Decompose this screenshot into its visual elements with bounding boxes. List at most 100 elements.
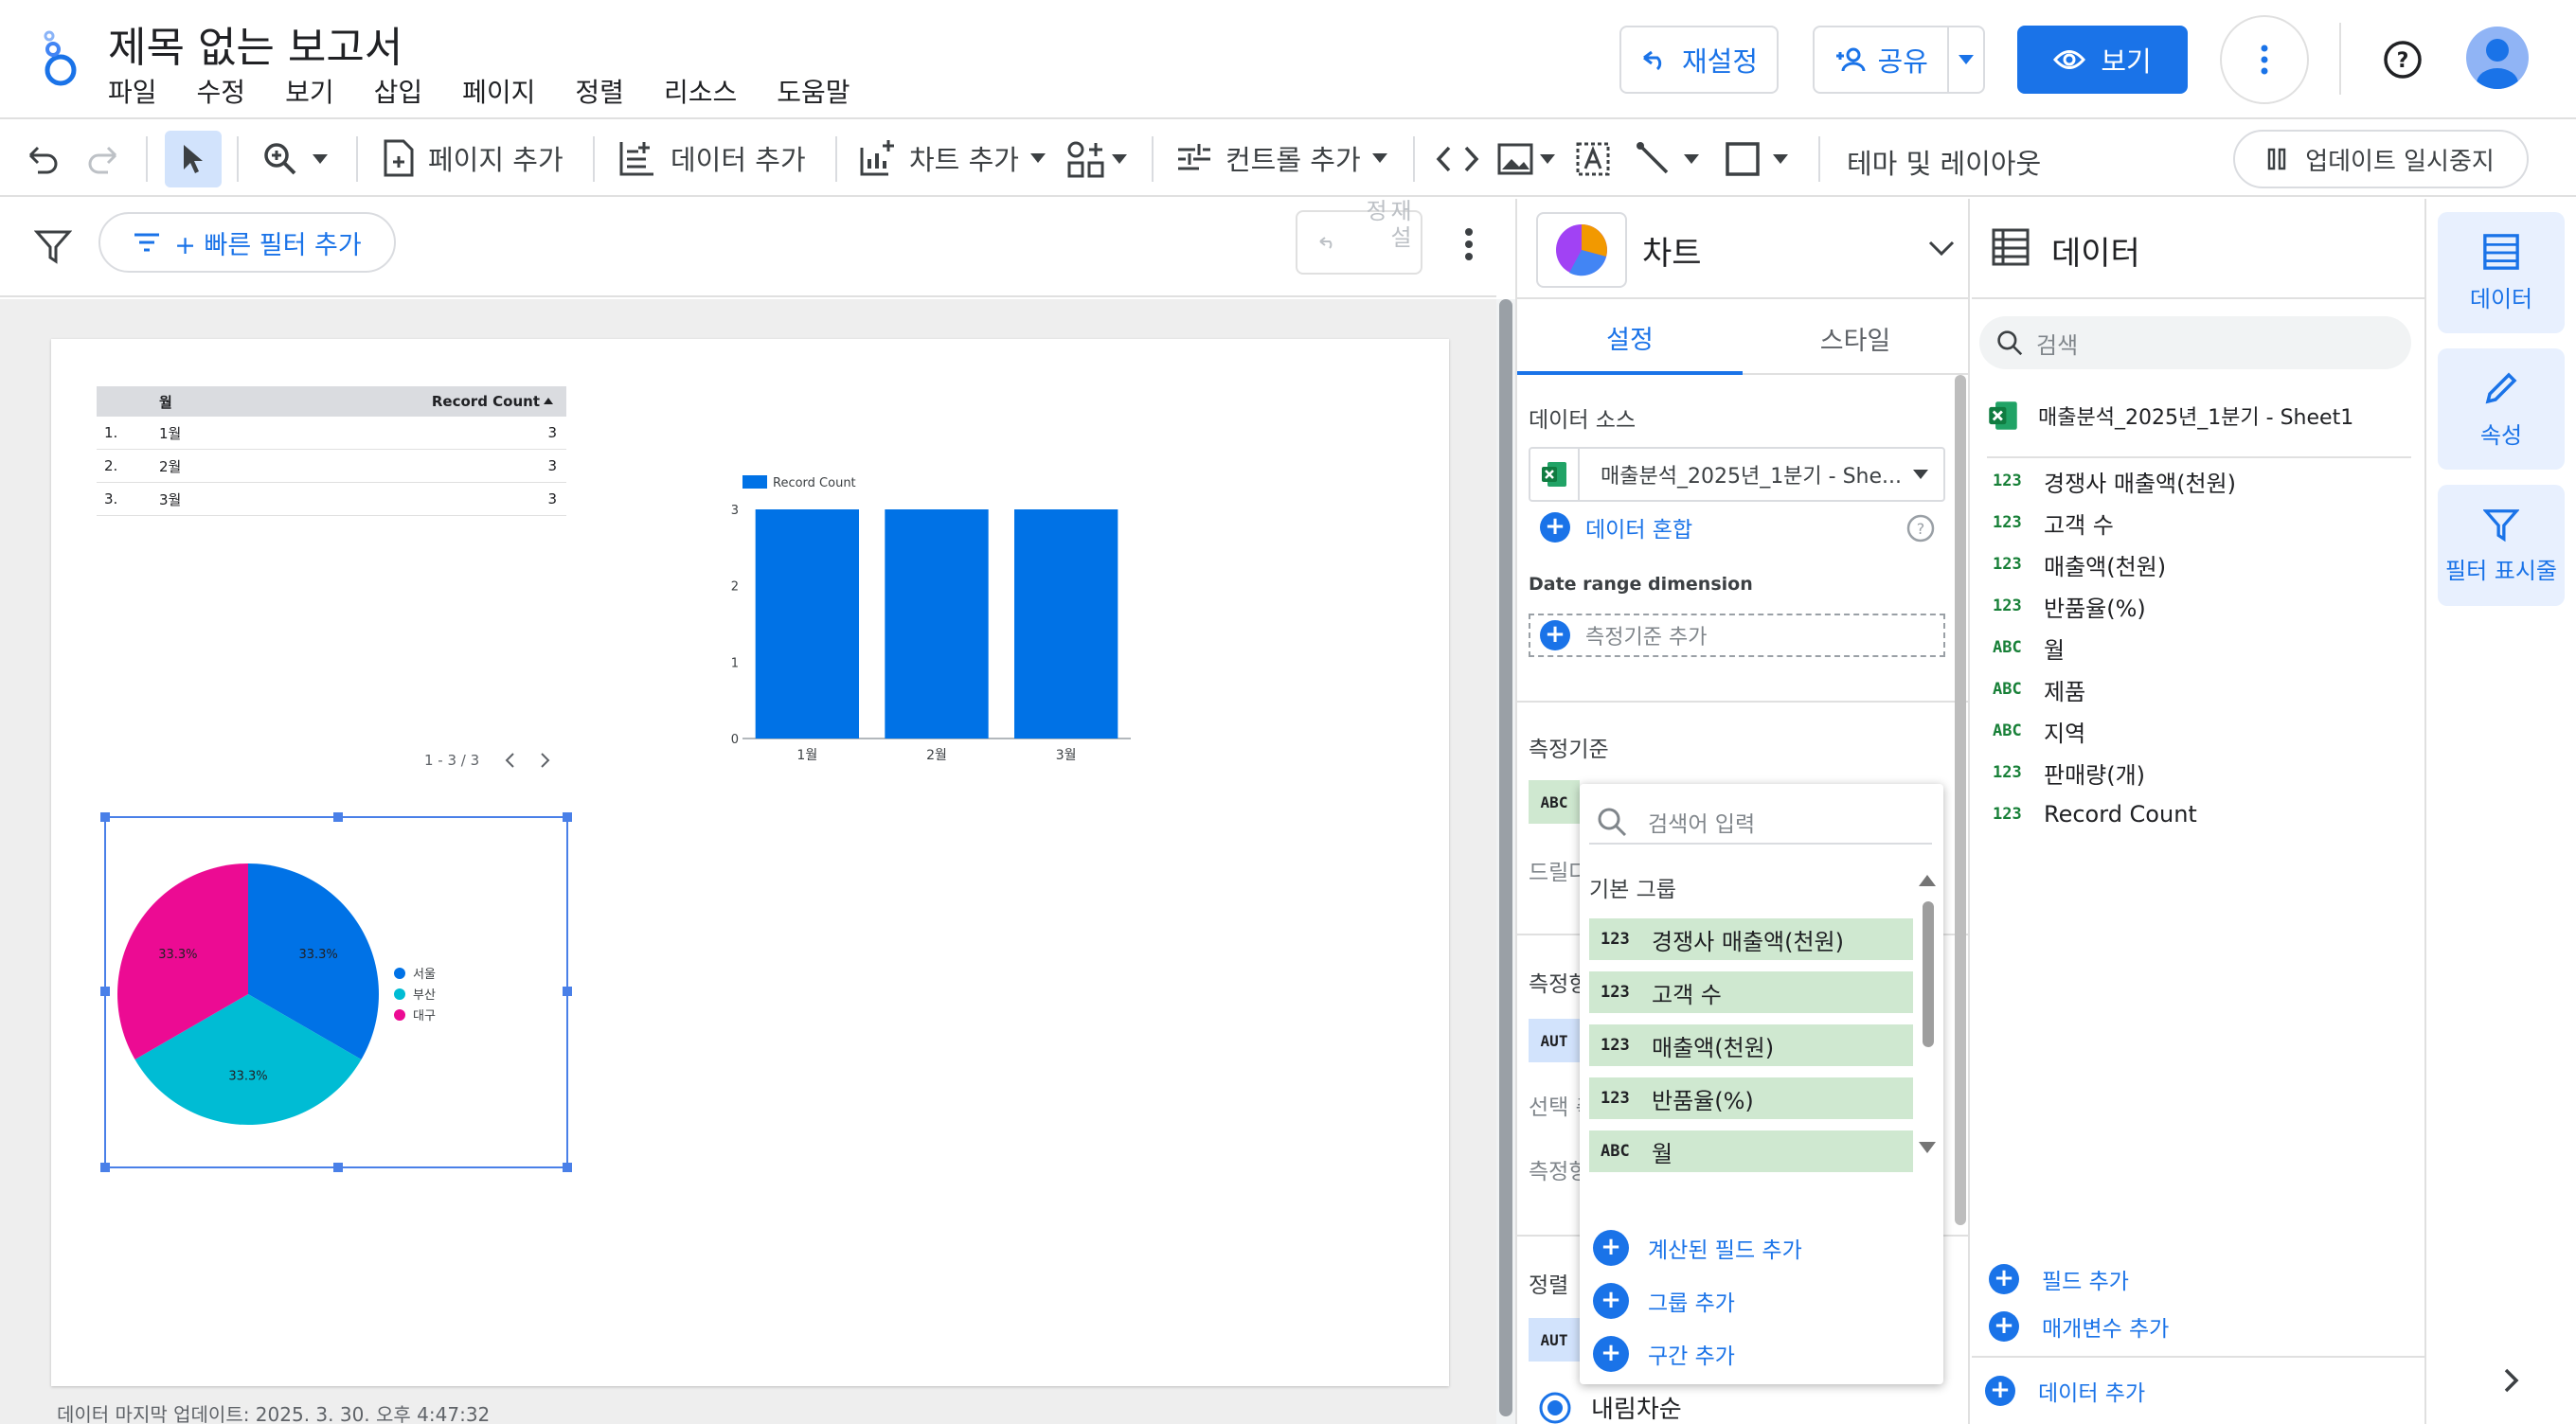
filter-icon[interactable] xyxy=(34,227,72,265)
line-button[interactable] xyxy=(1635,140,1699,178)
data-field-item[interactable]: ABC 제품 xyxy=(1993,668,2236,710)
rail-filter-bar-button[interactable]: 필터 표시줄 xyxy=(2438,485,2565,606)
data-field-item[interactable]: 123 고객 수 xyxy=(1993,502,2236,543)
table-header-record-count[interactable]: Record Count xyxy=(305,393,566,410)
report-page[interactable]: 월 Record Count 1. 1월 3 2. 2월 3 3. 3월 3 1 - 3 / 3… xyxy=(51,339,1449,1386)
data-search-input[interactable]: 검색 xyxy=(1979,316,2411,369)
add-page-button[interactable]: 페이지 추가 xyxy=(383,138,564,178)
reset-button[interactable]: 재설정 xyxy=(1619,26,1779,94)
blend-data-button[interactable]: + 데이터 혼합 xyxy=(1540,511,1692,543)
field-option[interactable]: 123 매출액(천원) xyxy=(1589,1024,1913,1066)
dimension-chip[interactable]: ABC xyxy=(1529,780,1580,824)
add-chart-button[interactable]: 차트 추가 xyxy=(858,138,1046,178)
field-option[interactable]: 123 반품율(%) xyxy=(1589,1077,1913,1119)
sort-chip[interactable]: AUT xyxy=(1529,1318,1580,1362)
zoom-button[interactable] xyxy=(261,140,328,178)
help-outline-icon[interactable]: ? xyxy=(1905,513,1936,543)
scroll-up-icon[interactable] xyxy=(1919,875,1936,886)
menu-file[interactable]: 파일 xyxy=(108,72,157,110)
resize-handle[interactable] xyxy=(563,987,572,996)
more-vert-icon[interactable] xyxy=(1464,227,1474,261)
data-field-item[interactable]: 123 Record Count xyxy=(1993,793,2236,835)
pie-chart[interactable]: 33.3% 33.3% 33.3% 서울 부산 대구 xyxy=(100,812,572,1172)
field-option[interactable]: ABC 월 xyxy=(1589,1130,1913,1172)
metric-chip[interactable]: AUT xyxy=(1529,1019,1580,1062)
tab-style[interactable]: 스타일 xyxy=(1743,303,1968,375)
menu-edit[interactable]: 수정 xyxy=(197,72,246,110)
data-field-item[interactable]: 123 반품율(%) xyxy=(1993,585,2236,627)
report-title[interactable]: 제목 없는 보고서 xyxy=(108,13,402,74)
code-embed-icon[interactable] xyxy=(1436,142,1479,176)
chart-type-picker[interactable] xyxy=(1536,212,1627,288)
help-icon[interactable]: ? xyxy=(2383,40,2423,80)
resize-handle[interactable] xyxy=(563,1163,572,1172)
field-option[interactable]: 123 경쟁사 매출액(천원) xyxy=(1589,918,1913,960)
menu-page[interactable]: 페이지 xyxy=(462,72,535,110)
data-source-selector[interactable]: 매출분석_2025년_1분기 - She... xyxy=(1529,447,1945,502)
view-button[interactable]: 보기 xyxy=(2017,26,2188,94)
add-bin-button[interactable]: + 구간 추가 xyxy=(1593,1327,1802,1380)
canvas-scrollbar-thumb[interactable] xyxy=(1499,299,1512,1416)
avatar[interactable] xyxy=(2466,27,2529,89)
add-control-button[interactable]: 컨트롤 추가 xyxy=(1174,138,1387,178)
resize-handle[interactable] xyxy=(333,812,343,822)
add-data-button[interactable]: 데이터 추가 xyxy=(617,138,806,178)
text-box-icon[interactable] xyxy=(1574,140,1612,178)
table-header-month[interactable]: 월 xyxy=(97,392,305,412)
rail-data-button[interactable]: 데이터 xyxy=(2438,212,2565,333)
menu-arrange[interactable]: 정렬 xyxy=(575,72,624,110)
table-chart[interactable]: 월 Record Count 1. 1월 3 2. 2월 3 3. 3월 3 1 - 3 / 3 xyxy=(97,386,566,769)
data-field-item[interactable]: 123 경쟁사 매출액(천원) xyxy=(1993,460,2236,502)
add-field-button[interactable]: + 필드 추가 xyxy=(1989,1263,2129,1295)
filter-reset-button[interactable]: 재설정 xyxy=(1296,199,1422,275)
tab-setup[interactable]: 설정 xyxy=(1517,303,1743,375)
undo-icon[interactable] xyxy=(25,140,63,178)
select-tool-button[interactable] xyxy=(165,131,222,187)
chevron-down-icon[interactable] xyxy=(1928,240,1955,256)
bar-chart[interactable]: Record Count 0 1 2 3 1월 2월 3월 xyxy=(657,396,1150,774)
share-dropdown-arrow-icon[interactable] xyxy=(1949,55,1983,64)
rail-properties-button[interactable]: 속성 xyxy=(2438,348,2565,470)
resize-handle[interactable] xyxy=(100,812,110,822)
add-data-source-button[interactable]: + 데이터 추가 xyxy=(1985,1375,2145,1407)
community-viz-button[interactable] xyxy=(1066,140,1127,178)
data-source-item[interactable]: 매출분석_2025년_1분기 - Sheet1 xyxy=(1987,400,2353,432)
field-picker-dropdown[interactable]: 검색어 입력 기본 그룹 123 경쟁사 매출액(천원) 123 고객 수 123 매출액… xyxy=(1580,784,1943,1384)
add-calculated-field-button[interactable]: + 계산된 필드 추가 xyxy=(1593,1221,1802,1274)
resize-handle[interactable] xyxy=(100,987,110,996)
image-button[interactable] xyxy=(1496,140,1555,178)
resize-handle[interactable] xyxy=(333,1163,343,1172)
menu-resource[interactable]: 리소스 xyxy=(664,72,737,110)
data-field-item[interactable]: 123 판매량(개) xyxy=(1993,752,2236,793)
table-row[interactable]: 3. 3월 3 xyxy=(97,483,566,516)
share-button[interactable]: 공유 xyxy=(1813,26,1985,94)
pause-update-button[interactable]: 업데이트 일시중지 xyxy=(2233,130,2529,188)
table-row[interactable]: 2. 2월 3 xyxy=(97,450,566,483)
menu-help[interactable]: 도움말 xyxy=(777,72,850,110)
dropdown-scrollbar-thumb[interactable] xyxy=(1923,901,1934,1047)
add-group-button[interactable]: + 그룹 추가 xyxy=(1593,1274,1802,1327)
chevron-right-icon[interactable] xyxy=(2502,1367,2521,1394)
menu-view[interactable]: 보기 xyxy=(285,72,334,110)
data-field-item[interactable]: ABC 월 xyxy=(1993,627,2236,668)
redo-icon[interactable] xyxy=(83,140,121,178)
resize-handle[interactable] xyxy=(563,812,572,822)
resize-handle[interactable] xyxy=(100,1163,110,1172)
looker-studio-logo-icon[interactable] xyxy=(36,30,83,87)
field-option[interactable]: 123 고객 수 xyxy=(1589,971,1913,1013)
field-search-input[interactable]: 검색어 입력 xyxy=(1589,801,1932,845)
table-row[interactable]: 1. 1월 3 xyxy=(97,417,566,450)
quick-filter-button[interactable]: + 빠른 필터 추가 xyxy=(98,212,396,273)
date-range-dimension-slot[interactable]: + 측정기준 추가 xyxy=(1529,614,1945,657)
theme-layout-button[interactable]: 테마 및 레이아웃 xyxy=(1847,142,2041,182)
data-field-item[interactable]: ABC 지역 xyxy=(1993,710,2236,752)
panel-scrollbar-thumb[interactable] xyxy=(1955,375,1966,1225)
chevron-right-icon[interactable] xyxy=(540,752,551,769)
data-field-item[interactable]: 123 매출액(천원) xyxy=(1993,543,2236,585)
shape-button[interactable] xyxy=(1724,140,1788,178)
more-options-button[interactable] xyxy=(2220,15,2309,104)
menu-insert[interactable]: 삽입 xyxy=(374,72,423,110)
add-parameter-button[interactable]: + 매개변수 추가 xyxy=(1989,1310,2169,1343)
sort-desc-radio[interactable]: 내림차순 xyxy=(1538,1390,1682,1424)
scroll-down-icon[interactable] xyxy=(1919,1142,1936,1153)
